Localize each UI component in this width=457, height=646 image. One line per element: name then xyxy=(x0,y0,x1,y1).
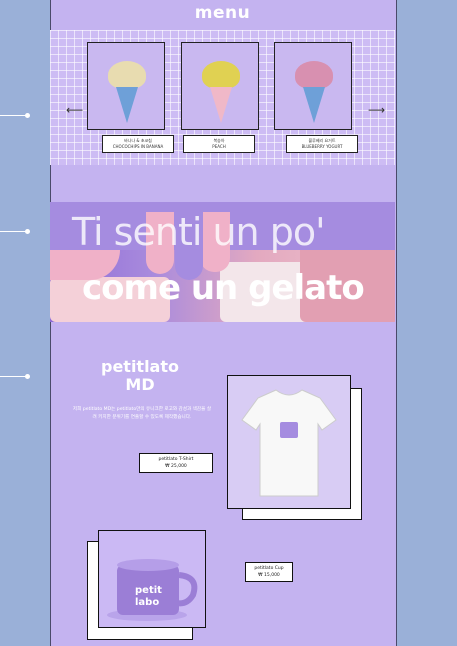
menu-card-banana[interactable] xyxy=(87,42,165,130)
product-price: ₩ 25,000 xyxy=(165,464,187,469)
nav-marker-banner[interactable] xyxy=(0,229,30,234)
tshirt-photo[interactable] xyxy=(227,375,351,509)
menu-caption-blueberry: 블루베리 요거트 BLUEBERRY YOGURT xyxy=(286,135,358,153)
product-label-tshirt[interactable]: petitlato T-Shirt ₩ 25,000 xyxy=(139,453,213,473)
cup-image: petit labo xyxy=(107,559,198,621)
cone-image xyxy=(210,87,232,123)
menu-card-peach[interactable] xyxy=(181,42,259,130)
md-description: 저희 petitlato MD는 petitlato만의 유니크한 로고와 감성… xyxy=(72,407,212,420)
nav-marker-menu[interactable] xyxy=(0,113,30,118)
cup-photo[interactable]: petit labo xyxy=(98,530,206,628)
md-title-line2: MD xyxy=(125,375,155,394)
ice-cream-scoop-image xyxy=(202,61,240,89)
cone-image xyxy=(116,87,138,123)
md-title: petitlato MD xyxy=(95,358,185,394)
gelato-banner: Ti senti un po' come un gelato xyxy=(50,202,395,322)
caption-en: PEACH xyxy=(212,144,226,149)
caption-en: CHOCOCHIPS IN BANANA xyxy=(112,144,164,149)
product-price: ₩ 15,000 xyxy=(258,573,280,578)
product-name: petitlato T-Shirt xyxy=(158,457,194,462)
menu-card-blueberry[interactable] xyxy=(274,42,352,130)
md-title-line1: petitlato xyxy=(100,357,179,376)
ice-cream-scoop-image xyxy=(295,61,333,89)
nav-marker-md[interactable] xyxy=(0,374,30,379)
banner-line-2: come un gelato xyxy=(82,268,365,308)
product-label-cup[interactable]: petitlato Cup ₩ 15,000 xyxy=(245,562,293,582)
caption-en: BLUEBERRY YOGURT xyxy=(301,144,343,149)
tshirt-image xyxy=(241,389,337,497)
cup-logo-text: labo xyxy=(135,597,159,608)
banner-line-1: Ti senti un po' xyxy=(72,210,326,254)
menu-caption-banana: 바나나 & 초코칩 CHOCOCHIPS IN BANANA xyxy=(102,135,174,153)
menu-caption-peach: 복숭아 PEACH xyxy=(183,135,255,153)
arrow-right-icon[interactable]: ⟶ xyxy=(368,103,385,117)
cone-image xyxy=(303,87,325,123)
menu-title: menu xyxy=(194,3,251,23)
ice-cream-scoop-image xyxy=(108,61,146,89)
arrow-left-icon[interactable]: ⟵ xyxy=(66,103,83,117)
cup-logo-text: petit xyxy=(135,585,162,596)
product-name: petitlato Cup xyxy=(254,566,284,571)
